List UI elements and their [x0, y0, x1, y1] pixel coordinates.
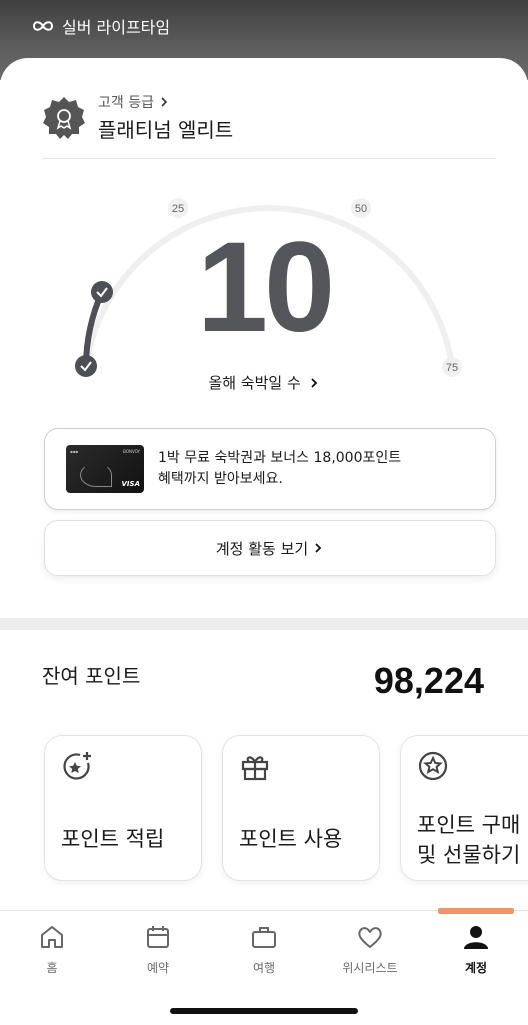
card-promo-banner[interactable]: ▪▪▪ BONVOY VISA 1박 무료 숙박권과 보너스 18,000포인트…: [44, 428, 496, 510]
home-icon: [41, 926, 63, 948]
gift-icon: [241, 756, 269, 781]
tick-label-25: 25: [172, 203, 184, 215]
nav-reservations[interactable]: 예약: [113, 923, 203, 976]
nav-trips[interactable]: 여행: [219, 923, 309, 976]
grade-label: 고객 등급: [98, 95, 154, 111]
points-balance: 98,224: [373, 660, 484, 701]
promo-line1: 1박 무료 숙박권과 보너스 18,000포인트: [158, 450, 402, 466]
tier-title-text: 실버 라이프타임: [62, 18, 171, 37]
buy-gift-points-tile[interactable]: 포인트 구매 및 선물하기: [400, 735, 528, 881]
nights-this-year-link[interactable]: 올해 숙박일 수: [0, 372, 528, 393]
medal-badge-icon: [43, 96, 85, 139]
nav-wishlist-label: 위시리스트: [342, 961, 398, 975]
nav-wishlist[interactable]: 위시리스트: [325, 923, 415, 976]
chevron-right-icon: [161, 97, 168, 107]
nav-reservations-label: 예약: [146, 961, 170, 975]
chevron-right-icon: [315, 543, 322, 553]
nav-home[interactable]: 홈: [7, 923, 97, 976]
nav-account-label: 계정: [464, 961, 488, 975]
nav-trips-label: 여행: [252, 961, 276, 975]
heart-icon: [358, 927, 382, 948]
star-plus-icon: [63, 752, 91, 780]
suitcase-icon: [252, 927, 276, 948]
use-points-tile[interactable]: 포인트 사용: [222, 735, 380, 881]
account-activity-label: 계정 활동 보기: [215, 539, 309, 558]
buy-points-label-line2: 및 선물하기: [417, 843, 521, 867]
grade-name: 플래티넘 엘리트: [98, 118, 234, 142]
nights-count: 10: [196, 216, 335, 359]
earn-points-label: 포인트 적립: [61, 827, 165, 851]
points-label: 잔여 포인트: [42, 664, 141, 688]
card-brand: BONVOY: [123, 449, 140, 454]
tick-label-50: 50: [355, 203, 367, 215]
nav-active-accent: [438, 908, 514, 914]
card-network: VISA: [121, 480, 140, 488]
customer-grade[interactable]: 고객 등급 플래티넘 엘리트: [42, 92, 233, 143]
card-swirl: [80, 463, 112, 487]
star-circle-icon: [418, 751, 448, 781]
nav-home-label: 홈: [46, 961, 58, 975]
promo-line2: 혜택까지 받아보세요.: [158, 471, 283, 487]
tier-title: 실버 라이프타임: [32, 14, 170, 38]
card-brand-mark: ▪▪▪: [70, 449, 79, 454]
account-activity-button[interactable]: 계정 활동 보기: [44, 520, 496, 576]
person-icon: [464, 926, 488, 949]
divider: [42, 158, 496, 159]
section-separator: [0, 618, 528, 630]
infinity-icon: [32, 21, 54, 31]
chevron-right-icon: [310, 378, 317, 388]
buy-points-label-line1: 포인트 구매: [417, 813, 521, 837]
earn-points-tile[interactable]: 포인트 적립: [44, 735, 202, 881]
home-indicator[interactable]: [170, 1008, 358, 1014]
nav-account[interactable]: 계정: [431, 923, 521, 976]
calendar-icon: [147, 926, 169, 948]
credit-card-image: ▪▪▪ BONVOY VISA: [66, 445, 144, 493]
nights-label: 올해 숙박일 수: [208, 374, 301, 392]
use-points-label: 포인트 사용: [239, 827, 343, 851]
